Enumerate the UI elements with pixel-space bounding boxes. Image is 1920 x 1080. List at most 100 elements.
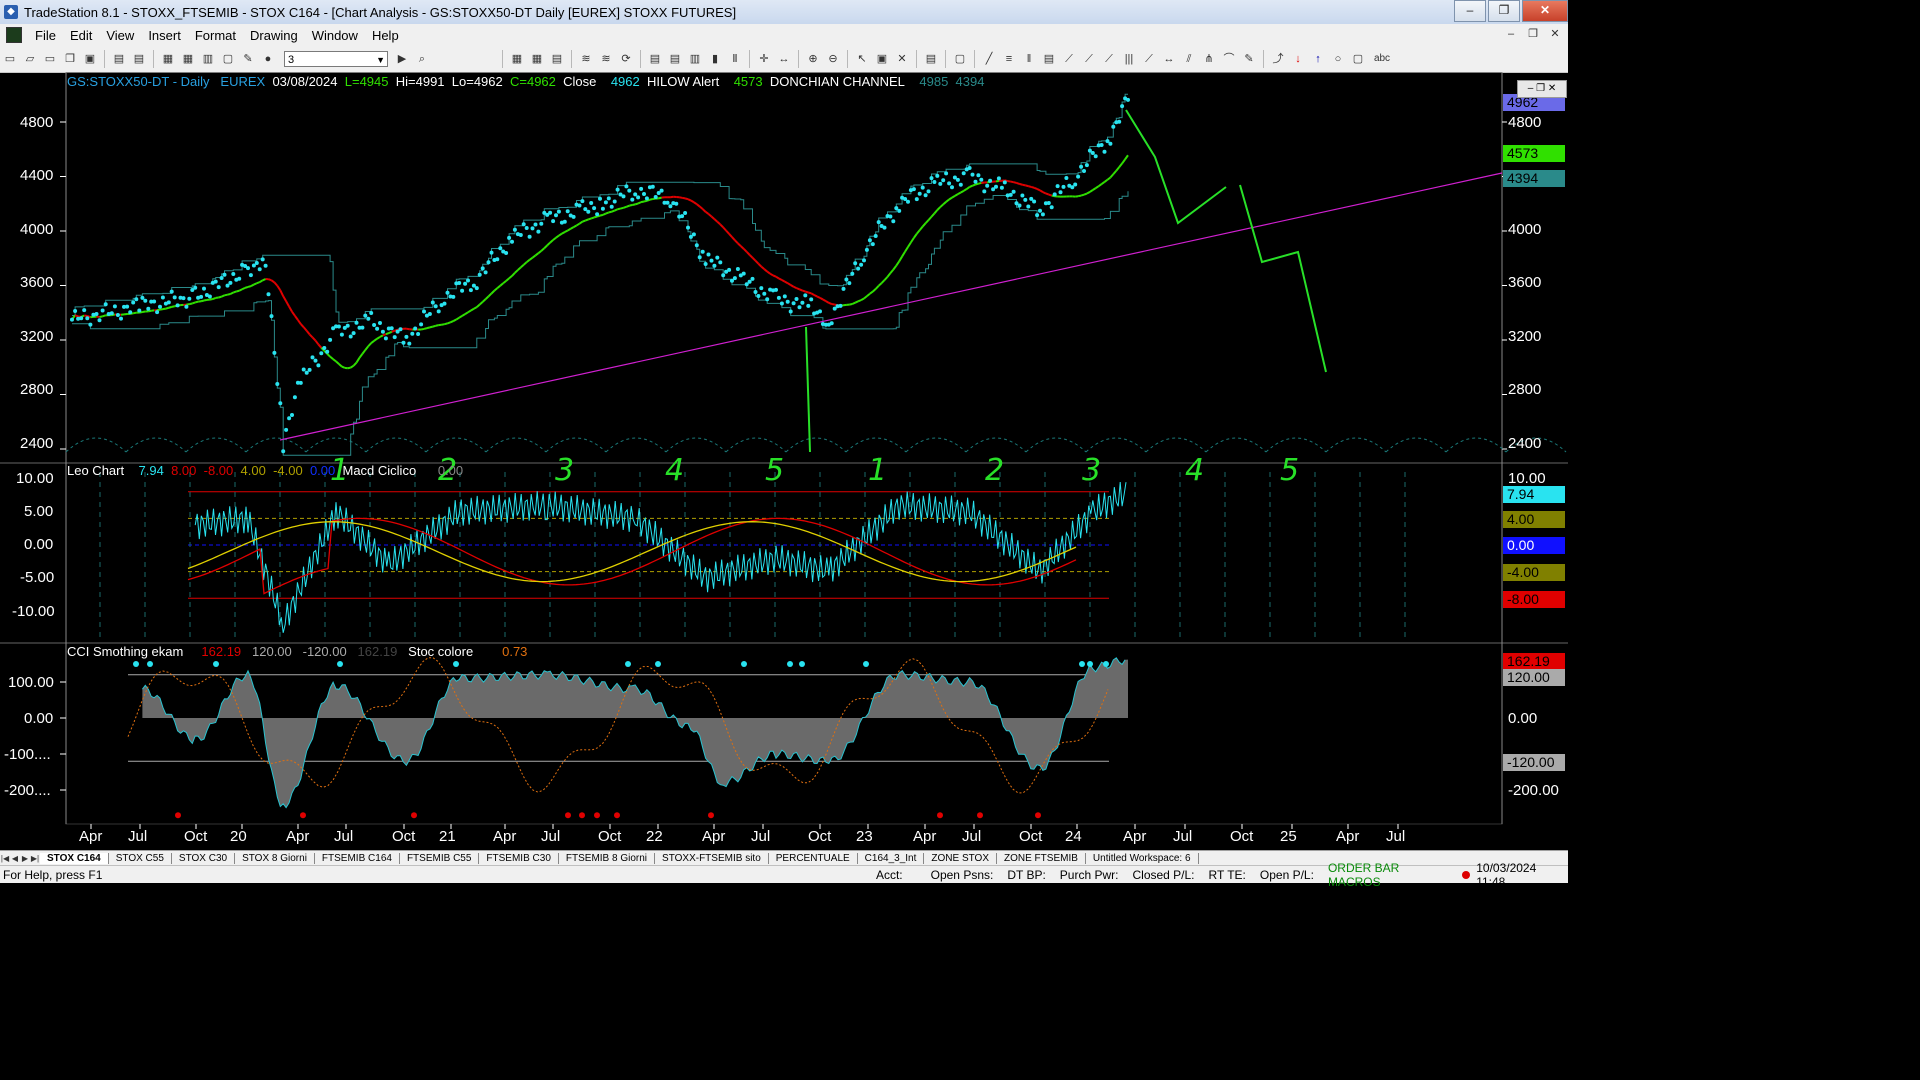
ohlc-icon[interactable]: Ⅱ [728,52,742,66]
grid-icon[interactable]: ▦ [510,52,524,66]
window-icon[interactable]: ▤ [648,52,662,66]
tab-percentuale[interactable]: PERCENTUALE [769,853,858,864]
chart-style-icon[interactable]: ≋ [579,52,593,66]
arrow-down-icon[interactable]: ↓ [1291,52,1305,66]
cci-title: CCI Smothing ekam [67,644,184,659]
tab-stox-c55[interactable]: STOX C55 [109,853,172,864]
hline-icon[interactable]: ≡ [1002,52,1016,66]
tab-zone-stox[interactable]: ZONE STOX [924,853,997,864]
price-point [809,297,814,302]
arc-icon[interactable]: ⌒ [1222,52,1236,66]
hilow-segment [529,256,534,261]
window2-icon[interactable]: ▤ [668,52,682,66]
menu-insert[interactable]: Insert [141,28,188,43]
menu-view[interactable]: View [99,28,141,43]
price-point [366,316,371,321]
gann-icon[interactable]: ⟋ [1102,52,1116,66]
parallel-icon[interactable]: ⫽ [1182,52,1196,66]
zoom-in-icon[interactable]: ⊕ [806,52,820,66]
tab-zone-ftsemib[interactable]: ZONE FTSEMIB [997,853,1086,864]
tab-stox-8-giorni[interactable]: STOX 8 Giorni [235,853,315,864]
curve-icon[interactable]: ⤴ [1271,52,1285,66]
menu-edit[interactable]: Edit [63,28,99,43]
menu-format[interactable]: Format [188,28,243,43]
tab-c164-3-int[interactable]: C164_3_Int [858,853,925,864]
tab-stox-c164[interactable]: STOX C164 [40,853,109,864]
prev-tab-icon[interactable]: ◀ [10,854,20,863]
pencil-icon[interactable]: ✎ [1242,52,1256,66]
channel-icon[interactable]: ▤ [1042,52,1056,66]
regression-icon[interactable]: ⟋ [1142,52,1156,66]
menu-help[interactable]: Help [365,28,406,43]
chart-canvas[interactable]: 1234512345 [0,72,1568,850]
rectangle-icon[interactable]: ▢ [1351,52,1365,66]
new-window-icon[interactable]: ▭ [43,52,57,66]
order-bar-macros[interactable]: ORDER BAR MACROS [1328,861,1454,889]
tab-stox-c30[interactable]: STOX C30 [172,853,236,864]
speed-lines-icon[interactable]: ⟋ [1062,52,1076,66]
menu-drawing[interactable]: Drawing [243,28,305,43]
tab-untitled-workspace[interactable]: Untitled Workspace: 6 [1086,853,1199,864]
tab-ftsemib-c30[interactable]: FTSEMIB C30 [479,853,559,864]
print-icon[interactable]: ▤ [112,52,126,66]
last-tab-icon[interactable]: ▶| [30,854,40,863]
zoom-out-icon[interactable]: ⊖ [826,52,840,66]
close-button[interactable]: ✕ [1522,0,1568,22]
ellipse-icon[interactable]: ○ [1331,52,1345,66]
tab-stoxx-ftsemib-sito[interactable]: STOXX-FTSEMIB sito [655,853,769,864]
hilow-segment [743,248,748,253]
first-tab-icon[interactable]: |◀ [0,854,10,863]
arrows-icon[interactable]: ↔ [1162,52,1176,66]
format-icon[interactable]: ✎ [241,52,255,66]
menu-window[interactable]: Window [305,28,365,43]
arrow-up-icon[interactable]: ↑ [1311,52,1325,66]
price-point [1102,149,1107,154]
bar-chart-icon[interactable]: ▥ [688,52,702,66]
cut-icon[interactable]: ▦ [161,52,175,66]
open-icon[interactable]: ▱ [23,52,37,66]
tab-ftsemib-c164[interactable]: FTSEMIB C164 [315,853,400,864]
insert-analysis-icon[interactable]: ▣ [875,52,889,66]
vline-icon[interactable]: ‖ [1022,52,1036,66]
crosshair-icon[interactable]: ✛ [757,52,771,66]
play-icon[interactable]: ▶ [395,52,409,66]
format-window-icon[interactable]: ▤ [924,52,938,66]
tab-ftsemib-8-giorni[interactable]: FTSEMIB 8 Giorni [559,853,656,864]
chart-style2-icon[interactable]: ≋ [599,52,613,66]
mdi-restore-icon[interactable]: ❐ [1524,26,1542,42]
minimize-button[interactable]: – [1454,0,1486,22]
menu-file[interactable]: File [28,28,63,43]
maximize-button[interactable]: ❐ [1488,0,1520,22]
price-point [1049,205,1054,210]
next-tab-icon[interactable]: ▶ [20,854,30,863]
chart-analysis[interactable]: 1234512345 GS:STOXX50-DT - Daily EUREX 0… [0,72,1568,850]
table-icon[interactable]: ▤ [550,52,564,66]
copy-icon[interactable]: ❐ [63,52,77,66]
chart-restore-icon[interactable]: – ❐ ✕ [1517,80,1567,98]
print-preview-icon[interactable]: ▤ [132,52,146,66]
cycle-lines-icon[interactable]: ||| [1122,52,1136,66]
andrews-icon[interactable]: ⋔ [1202,52,1216,66]
chart-window-icon[interactable] [6,27,22,43]
text-icon[interactable]: abc [1371,52,1393,66]
mdi-minimize-icon[interactable]: – [1502,26,1520,42]
fib-icon[interactable]: ⟋ [1082,52,1096,66]
paste-icon[interactable]: ▦ [181,52,195,66]
properties-icon[interactable]: ▥ [201,52,215,66]
price-point [213,279,218,284]
new-icon[interactable]: ▭ [3,52,17,66]
grid2-icon[interactable]: ▦ [530,52,544,66]
save-icon[interactable]: ▣ [83,52,97,66]
refresh-icon[interactable]: ⟳ [619,52,633,66]
tools-icon[interactable]: ✕ [895,52,909,66]
candle-icon[interactable]: ▮ [708,52,722,66]
interval-combo[interactable]: 3 ▼ [284,51,388,67]
tab-ftsemib-c55[interactable]: FTSEMIB C55 [400,853,480,864]
lock-icon[interactable]: ▢ [221,52,235,66]
resize-icon[interactable]: ↔ [777,52,791,66]
pointer-icon[interactable]: ↖ [855,52,869,66]
trendline-icon[interactable]: ╱ [982,52,996,66]
color-icon[interactable]: ● [261,52,275,66]
mdi-close-icon[interactable]: ✕ [1546,26,1564,42]
find-icon[interactable]: ⌕ [415,52,429,66]
